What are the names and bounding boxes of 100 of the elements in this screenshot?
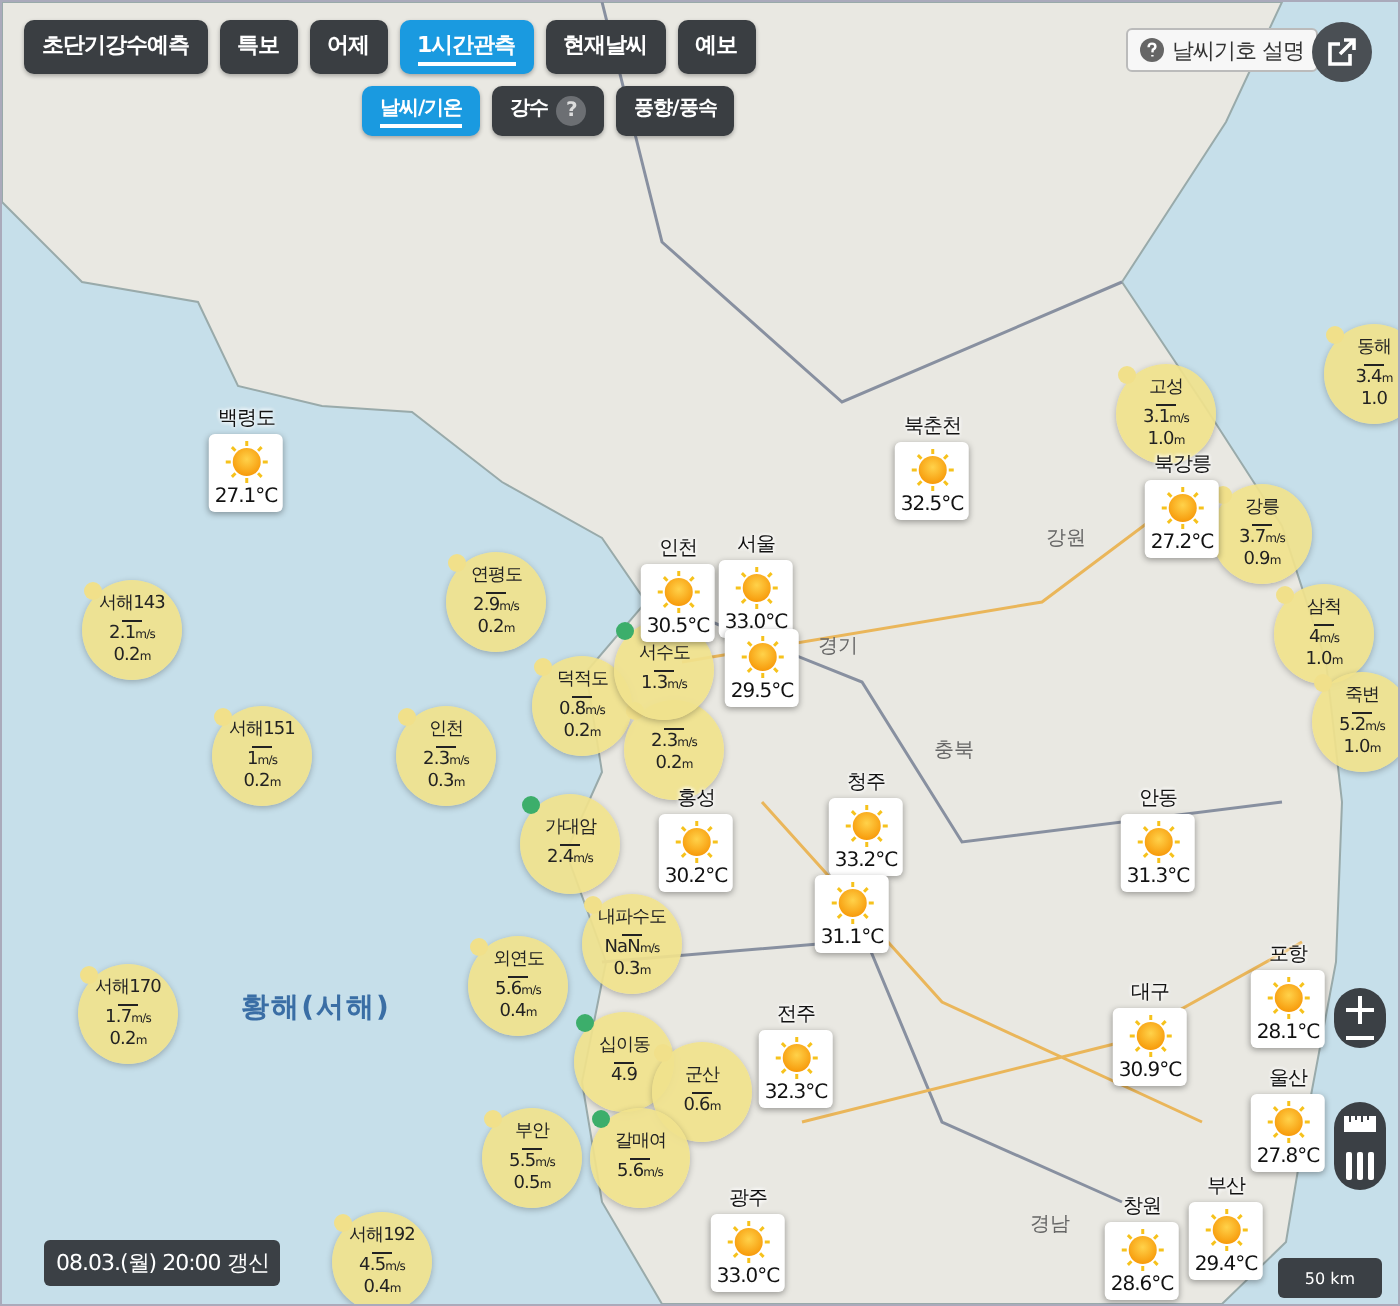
station-name: 안동 bbox=[1139, 786, 1177, 812]
weather-card[interactable]: 28.6°C bbox=[1104, 1222, 1180, 1300]
weather-card[interactable]: 33.0°C bbox=[710, 1214, 786, 1292]
buoy-name: 죽변 bbox=[1345, 685, 1379, 707]
map-tab[interactable]: 예보 bbox=[677, 20, 756, 74]
scale-bar: 50 km bbox=[1278, 1258, 1382, 1298]
external-link-icon bbox=[1326, 36, 1358, 68]
weather-card[interactable]: 30.2°C bbox=[658, 814, 734, 892]
buoy-name: 강릉 bbox=[1245, 497, 1279, 519]
station-name: 부산 bbox=[1207, 1174, 1245, 1200]
temperature: 31.3°C bbox=[1126, 866, 1190, 888]
buoy-name: 동해 bbox=[1357, 337, 1391, 359]
buoy-name: 고성 bbox=[1149, 377, 1183, 399]
sun-icon bbox=[1126, 1012, 1174, 1060]
update-time: 08.03.(월) 20:00 갱신 bbox=[44, 1240, 281, 1286]
station-name: 백령도 bbox=[217, 406, 275, 432]
station-name: 북춘천 bbox=[903, 414, 961, 440]
sun-icon bbox=[1134, 818, 1182, 866]
buoy-name: 서해143 bbox=[99, 593, 165, 615]
sun-icon bbox=[222, 438, 270, 486]
temperature: 33.0°C bbox=[724, 612, 788, 634]
sun-icon bbox=[724, 1218, 772, 1266]
temperature: 28.1°C bbox=[1256, 1022, 1320, 1044]
weather-card[interactable]: 32.3°C bbox=[758, 1030, 834, 1108]
weather-card[interactable]: 33.0°C bbox=[718, 560, 794, 638]
buoy-name: 부안 bbox=[515, 1121, 549, 1143]
temperature: 27.1°C bbox=[214, 486, 278, 508]
temperature: 27.2°C bbox=[1150, 532, 1214, 554]
external-link-button[interactable] bbox=[1312, 22, 1372, 82]
weather-card[interactable]: 31.3°C bbox=[1120, 814, 1196, 892]
buoy-name: 서해151 bbox=[229, 719, 295, 741]
minus-icon bbox=[1346, 1036, 1374, 1040]
layers-button[interactable] bbox=[1342, 1150, 1378, 1182]
buoy-name: 서해192 bbox=[349, 1225, 415, 1247]
plus-icon bbox=[1346, 996, 1374, 1024]
help-icon: ? bbox=[556, 96, 587, 126]
buoy-name: 외연도 bbox=[492, 949, 544, 971]
province-label: 강원 bbox=[1046, 526, 1086, 552]
weather-card[interactable]: 30.9°C bbox=[1112, 1008, 1188, 1086]
weather-card[interactable]: 33.2°C bbox=[828, 798, 904, 876]
station-name: 서울 bbox=[737, 532, 775, 558]
weather-card[interactable]: 31.1°C bbox=[814, 875, 890, 953]
buoy-name: 서해170 bbox=[95, 977, 161, 999]
temperature: 30.9°C bbox=[1118, 1060, 1182, 1082]
temperature: 30.5°C bbox=[646, 616, 710, 638]
sun-icon bbox=[1158, 484, 1206, 532]
sun-icon bbox=[1202, 1206, 1250, 1254]
weather-card[interactable]: 28.1°C bbox=[1250, 970, 1326, 1048]
temperature: 33.0°C bbox=[716, 1266, 780, 1288]
sun-icon bbox=[738, 633, 786, 681]
buoy-name: 연평도 bbox=[470, 565, 522, 587]
station-name: 청주 bbox=[847, 770, 885, 796]
sun-icon bbox=[672, 818, 720, 866]
map-tab[interactable]: 현재날씨 bbox=[545, 20, 666, 74]
map-tab[interactable]: 어제 bbox=[309, 20, 387, 74]
layers-icon bbox=[1342, 1150, 1378, 1182]
buoy-name: 덕적도 bbox=[556, 669, 608, 691]
weather-card[interactable]: 32.5°C bbox=[894, 442, 970, 520]
station-name: 울산 bbox=[1269, 1066, 1307, 1092]
station-name: 광주 bbox=[729, 1186, 767, 1212]
ruler-icon bbox=[1342, 1110, 1378, 1138]
buoy-name: 인천 bbox=[429, 719, 463, 741]
weather-card[interactable]: 27.2°C bbox=[1144, 480, 1220, 558]
temperature: 32.3°C bbox=[764, 1082, 828, 1104]
help-icon bbox=[1140, 38, 1164, 62]
station-name: 전주 bbox=[777, 1002, 815, 1028]
wind-speed: 4.9 bbox=[610, 1066, 638, 1088]
weather-card[interactable]: 29.4°C bbox=[1188, 1202, 1264, 1280]
station-name: 대구 bbox=[1131, 980, 1169, 1006]
buoy-name: 가대암 bbox=[544, 818, 596, 840]
weather-card[interactable]: 27.1°C bbox=[208, 434, 284, 512]
map-tab[interactable]: 초단기강수예측 bbox=[24, 20, 207, 74]
temperature: 28.6°C bbox=[1110, 1274, 1174, 1296]
sun-icon bbox=[1264, 974, 1312, 1022]
buoy-name: 서수도 bbox=[638, 644, 690, 666]
sun-icon bbox=[1118, 1226, 1166, 1274]
sun-icon bbox=[1264, 1098, 1312, 1146]
weather-card[interactable]: 27.8°C bbox=[1250, 1094, 1326, 1172]
temperature: 30.2°C bbox=[664, 866, 728, 888]
buoy-name: 내파수도 bbox=[598, 907, 666, 929]
sun-icon bbox=[828, 879, 876, 927]
sea-label: 황해(서해) bbox=[241, 990, 391, 1026]
station-name: 인천 bbox=[659, 536, 697, 562]
province-label: 경남 bbox=[1030, 1212, 1070, 1238]
buoy-name: 군산 bbox=[685, 1066, 719, 1088]
weather-card[interactable]: 29.5°C bbox=[724, 629, 800, 707]
weather-card[interactable]: 30.5°C bbox=[640, 564, 716, 642]
sun-icon bbox=[908, 446, 956, 494]
temperature: 27.8°C bbox=[1256, 1146, 1320, 1168]
map-tab[interactable]: 특보 bbox=[219, 20, 297, 74]
legend-button[interactable]: 날씨기호 설명 bbox=[1126, 28, 1318, 72]
zoom-in-button[interactable] bbox=[1346, 996, 1374, 1024]
buoy-name: 십이동 bbox=[598, 1036, 650, 1058]
sun-icon bbox=[654, 568, 702, 616]
layer-tab[interactable]: 강수 ? bbox=[492, 86, 605, 136]
sun-icon bbox=[732, 564, 780, 612]
temperature: 29.4°C bbox=[1194, 1254, 1258, 1276]
temperature: 32.5°C bbox=[900, 494, 964, 516]
ruler-button[interactable] bbox=[1342, 1110, 1378, 1138]
layer-tab[interactable]: 풍향/풍속 bbox=[616, 86, 735, 136]
